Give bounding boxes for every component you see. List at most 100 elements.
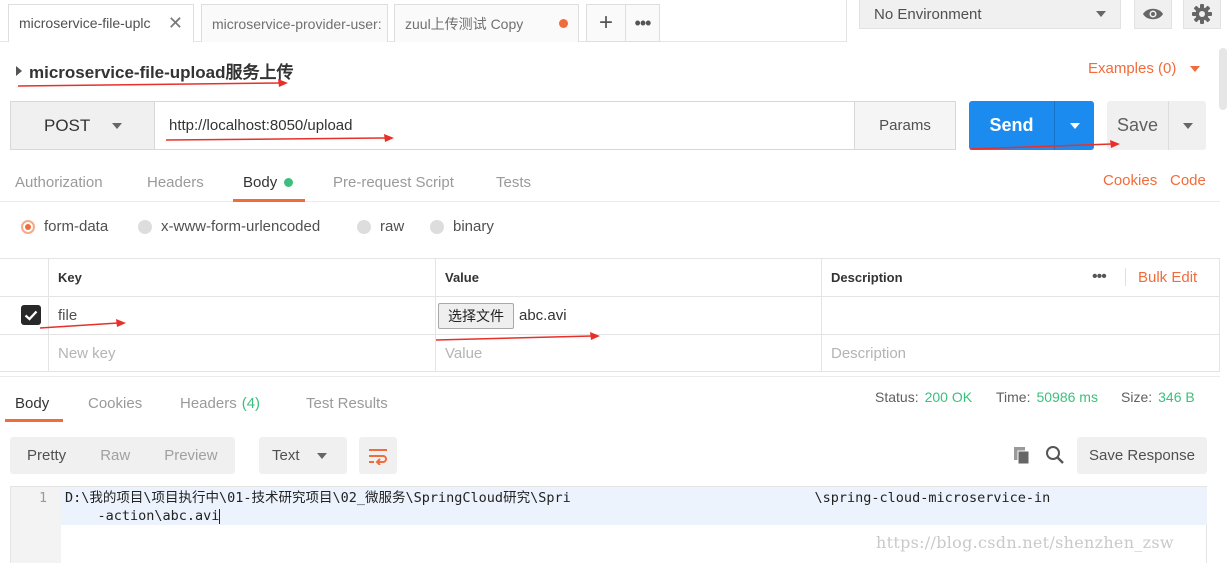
eye-icon[interactable] <box>1134 0 1172 29</box>
radio-label: binary <box>453 218 494 235</box>
request-tab-bar: microservice-file-uplc ✕ microservice-pr… <box>0 0 846 43</box>
gear-icon[interactable] <box>1183 0 1221 29</box>
form-data-table: Key Value Description file 选择文件 abc.avi … <box>0 258 1220 372</box>
radio-raw[interactable]: raw <box>357 218 404 235</box>
key-field[interactable]: file <box>48 297 435 334</box>
search-icon[interactable] <box>1045 445 1065 469</box>
column-header-value: Value <box>435 259 821 296</box>
copy-icon[interactable] <box>1012 445 1032 469</box>
radio-form-data[interactable]: form-data <box>21 218 108 235</box>
code-link[interactable]: Code <box>1170 172 1206 189</box>
divider <box>846 0 847 42</box>
save-button[interactable]: Save <box>1107 101 1168 150</box>
request-name-text: microservice-file-upload服务上传 <box>29 63 294 82</box>
view-raw[interactable]: Raw <box>83 437 147 474</box>
params-button[interactable]: Params <box>854 102 955 149</box>
method-select[interactable]: POST <box>11 102 155 149</box>
table-row-new: New key Value Description <box>0 334 1220 372</box>
time-label: Time: <box>996 389 1031 405</box>
tab-pre-request-script[interactable]: Pre-request Script <box>333 162 454 202</box>
tab-label: microservice-file-uplc <box>19 15 151 31</box>
tab-body[interactable]: Body <box>232 162 306 202</box>
new-description-input[interactable]: Description <box>821 335 1220 372</box>
more-options-icon[interactable]: ••• <box>1092 268 1107 286</box>
line-number: 1 <box>39 491 47 506</box>
more-tabs-icon[interactable]: ••• <box>626 4 660 42</box>
request-section-tabs: Authorization Headers Body Pre-request S… <box>0 162 1220 202</box>
bulk-edit-link[interactable]: Bulk Edit <box>1138 269 1197 286</box>
url-input[interactable] <box>155 102 854 149</box>
table-row: file 选择文件 abc.avi <box>0 296 1220 334</box>
radio-label: form-data <box>44 218 109 235</box>
headers-count: (4) <box>241 394 261 412</box>
tab-microservice-provider-user[interactable]: microservice-provider-user: <box>201 4 388 42</box>
tab-microservice-file-upload[interactable]: microservice-file-uplc ✕ <box>8 4 194 43</box>
response-tab-test-results[interactable]: Test Results <box>306 384 388 422</box>
chevron-down-icon <box>1182 122 1193 129</box>
response-text: D:\我的项目\项目执行中\01-技术研究项目\02_微服务\SpringClo… <box>65 489 1165 525</box>
tab-authorization[interactable]: Authorization <box>15 162 103 202</box>
tab-label: microservice-provider-user: <box>212 15 382 32</box>
response-view-switch: Pretty Raw Preview <box>10 437 235 474</box>
method-value: POST <box>44 115 91 135</box>
save-options-button[interactable] <box>1168 101 1206 150</box>
radio-icon <box>430 219 444 234</box>
active-dot-icon <box>284 177 294 187</box>
watermark: https://blog.csdn.net/shenzhen_zsw <box>876 533 1174 552</box>
size-label: Size: <box>1121 389 1153 405</box>
view-pretty[interactable]: Pretty <box>10 437 83 474</box>
response-text-content: D:\我的项目\项目执行中\01-技术研究项目\02_微服务\SpringClo… <box>65 490 1051 524</box>
unsaved-dot-icon <box>559 19 568 28</box>
cookies-link[interactable]: Cookies <box>1103 172 1157 189</box>
status-value: 200 OK <box>924 389 973 405</box>
radio-x-www-form-urlencoded[interactable]: x-www-form-urlencoded <box>138 218 320 235</box>
chevron-down-icon <box>316 452 327 459</box>
request-name[interactable]: microservice-file-upload服务上传 <box>16 58 294 83</box>
send-button[interactable]: Send <box>969 101 1054 150</box>
radio-selected-icon <box>21 219 35 234</box>
url-bar: POST Params <box>10 101 956 150</box>
examples-label: Examples (0) <box>1088 60 1177 77</box>
response-tab-headers[interactable]: Headers (4) <box>180 384 260 422</box>
radio-binary[interactable]: binary <box>430 218 494 235</box>
format-value: Text <box>272 447 300 464</box>
format-select[interactable]: Text <box>259 437 347 474</box>
text-cursor <box>219 508 221 524</box>
description-field[interactable] <box>821 297 1220 334</box>
close-icon[interactable]: ✕ <box>160 13 183 34</box>
response-time: Time: 50986 ms <box>996 389 1098 405</box>
choose-file-button[interactable]: 选择文件 <box>438 302 514 329</box>
tab-zuul-upload-copy[interactable]: zuul上传测试 Copy <box>394 4 579 42</box>
save-response-button[interactable]: Save Response <box>1077 437 1207 474</box>
chevron-down-icon <box>1190 65 1201 72</box>
caret-right-icon <box>16 65 22 76</box>
new-key-input[interactable]: New key <box>48 335 435 372</box>
response-status: Status: 200 OK <box>875 389 972 405</box>
examples-dropdown[interactable]: Examples (0) <box>1088 60 1201 77</box>
response-tab-cookies[interactable]: Cookies <box>88 384 142 422</box>
chevron-down-icon <box>1096 11 1106 17</box>
annotation-arrow <box>17 82 281 87</box>
new-value-input[interactable]: Value <box>435 335 821 372</box>
send-options-button[interactable] <box>1054 101 1094 150</box>
tab-body-label: Body <box>243 173 278 191</box>
value-field[interactable]: 选择文件 abc.avi <box>435 297 821 334</box>
tab-headers[interactable]: Headers <box>147 162 204 202</box>
row-enabled-checkbox[interactable] <box>21 305 41 325</box>
view-preview[interactable]: Preview <box>147 437 234 474</box>
response-tab-body[interactable]: Body <box>4 384 64 422</box>
time-value: 50986 ms <box>1036 389 1098 405</box>
tab-tests[interactable]: Tests <box>496 162 531 202</box>
response-tab-headers-label: Headers <box>180 394 237 412</box>
scrollbar[interactable] <box>1219 48 1227 110</box>
table-header-row: Key Value Description <box>0 258 1220 296</box>
radio-label: x-www-form-urlencoded <box>161 218 321 235</box>
response-size: Size: 346 B <box>1121 389 1195 405</box>
radio-icon <box>138 219 152 234</box>
environment-select[interactable]: No Environment <box>859 0 1121 29</box>
column-header-key: Key <box>48 259 435 296</box>
wrap-lines-icon[interactable] <box>359 437 397 474</box>
environment-value: No Environment <box>874 5 982 23</box>
file-name: abc.avi <box>519 307 567 324</box>
new-tab-button[interactable]: + <box>586 4 626 42</box>
